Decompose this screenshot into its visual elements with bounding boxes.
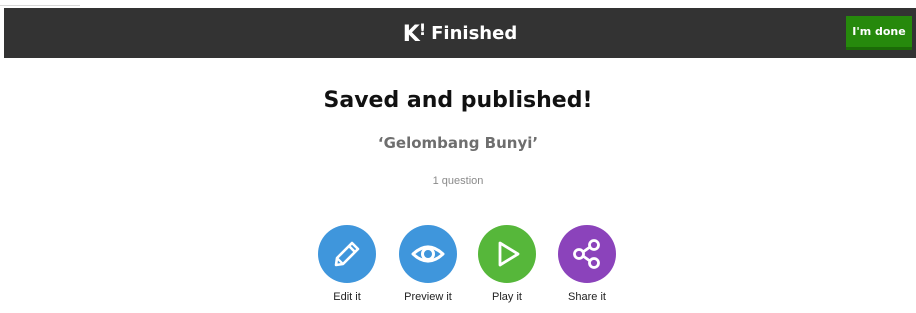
play-icon <box>498 241 520 267</box>
logo-letter: K <box>402 21 420 47</box>
question-count: 1 question <box>432 175 484 187</box>
edit-circle[interactable] <box>318 225 376 283</box>
page-title: Finished <box>431 22 518 44</box>
kahoot-logo: K! <box>402 19 426 47</box>
eye-icon <box>411 245 445 263</box>
share-it-button[interactable]: Share it <box>547 225 627 303</box>
preview-label: Preview it <box>404 291 452 303</box>
share-icon <box>573 239 600 269</box>
quiz-title: ‘Gelombang Bunyi’ <box>377 134 539 152</box>
preview-circle[interactable] <box>399 225 457 283</box>
im-done-button[interactable]: I'm done <box>846 16 912 50</box>
play-circle[interactable] <box>478 225 536 283</box>
logo-mark: ! <box>418 19 426 39</box>
edit-label: Edit it <box>333 291 361 303</box>
brand: K! Finished <box>4 8 916 58</box>
edit-it-button[interactable]: Edit it <box>307 225 387 303</box>
share-circle[interactable] <box>558 225 616 283</box>
saved-headline: Saved and published! <box>323 88 593 113</box>
pencil-icon <box>334 241 360 267</box>
top-edge <box>0 0 916 8</box>
top-bar: K! Finished I'm done <box>4 8 916 58</box>
play-it-button[interactable]: Play it <box>467 225 547 303</box>
top-edge-line <box>0 5 80 6</box>
preview-it-button[interactable]: Preview it <box>388 225 468 303</box>
share-label: Share it <box>568 291 606 303</box>
play-label: Play it <box>492 291 522 303</box>
